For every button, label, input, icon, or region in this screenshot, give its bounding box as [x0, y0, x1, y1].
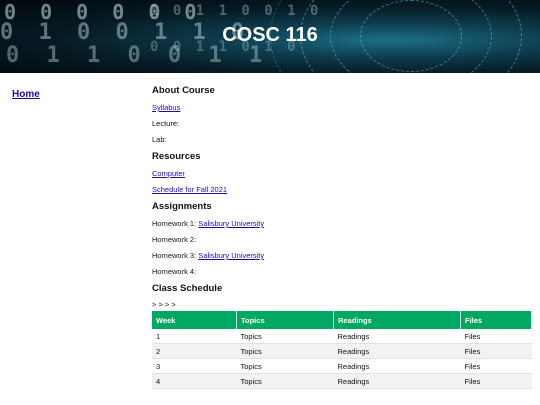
assignments-heading: Assignments: [152, 201, 212, 212]
nav-home-link[interactable]: Home: [12, 89, 40, 100]
table-cell: Readings: [333, 343, 461, 359]
table-cell: Readings: [333, 373, 461, 389]
table-row: 4 Topics Readings Files: [152, 373, 532, 389]
column-header-readings: Readings: [333, 311, 461, 329]
homework-1: Homework 1: Salisbury University: [152, 219, 532, 228]
table-cell: 3: [152, 358, 237, 374]
class-schedule-section: Class Schedule > > > > Week Topics Readi…: [152, 283, 532, 389]
column-header-week: Week: [152, 311, 237, 329]
class-schedule-heading: Class Schedule: [152, 283, 223, 294]
table-cell: Topics: [236, 373, 334, 389]
schedule-table: Week Topics Readings Files 1 Topics Read…: [152, 311, 532, 389]
about-course-heading: About Course: [152, 85, 215, 96]
table-cell: Files: [460, 358, 532, 374]
column-header-topics: Topics: [236, 311, 334, 329]
homework-1-link[interactable]: Salisbury University: [198, 219, 264, 228]
homework-3-label: Homework 3:: [152, 251, 197, 260]
table-cell: Readings: [333, 358, 461, 374]
header-banner: 0 0 0 0 0 0 0 1 0 0 1 1 0 0 1 1 0 0 1 1 …: [0, 0, 540, 73]
resources-heading: Resources: [152, 151, 201, 162]
table-cell: 2: [152, 343, 237, 359]
resources-section: Resources Computer Schedule for Fall 202…: [152, 151, 532, 194]
about-course-section: About Course Syllabus Lecture: Lab:: [152, 85, 532, 144]
homework-3-link[interactable]: Salisbury University: [198, 251, 264, 260]
table-cell: Files: [460, 373, 532, 389]
syllabus-link[interactable]: Syllabus: [152, 103, 180, 112]
homework-2-label: Homework 2:: [152, 235, 197, 244]
lecture-label: Lecture:: [152, 119, 180, 128]
schedule-nav-arrows[interactable]: > > > >: [152, 301, 532, 309]
page-title: COSC 116: [222, 24, 318, 46]
table-cell: Files: [460, 343, 532, 359]
table-cell: 1: [152, 329, 237, 344]
table-row: 1 Topics Readings Files: [152, 329, 532, 344]
table-cell: 4: [152, 373, 237, 389]
table-row: 2 Topics Readings Files: [152, 343, 532, 359]
homework-1-label: Homework 1:: [152, 219, 197, 228]
table-cell: Files: [460, 329, 532, 344]
table-cell: Topics: [236, 358, 334, 374]
homework-3: Homework 3: Salisbury University: [152, 251, 532, 260]
computer-link[interactable]: Computer: [152, 169, 185, 178]
table-header-row: Week Topics Readings Files: [152, 311, 532, 329]
main-content: About Course Syllabus Lecture: Lab: Reso…: [152, 85, 532, 393]
table-cell: Topics: [236, 329, 334, 344]
table-cell: Readings: [333, 329, 461, 344]
table-cell: Topics: [236, 343, 334, 359]
homework-4-label: Homework 4:: [152, 267, 197, 276]
column-header-files: Files: [460, 311, 532, 329]
table-row: 3 Topics Readings Files: [152, 358, 532, 374]
assignments-section: Assignments Homework 1: Salisbury Univer…: [152, 201, 532, 276]
schedule-link[interactable]: Schedule for Fall 2021: [152, 185, 227, 194]
lab-label: Lab:: [152, 135, 167, 144]
